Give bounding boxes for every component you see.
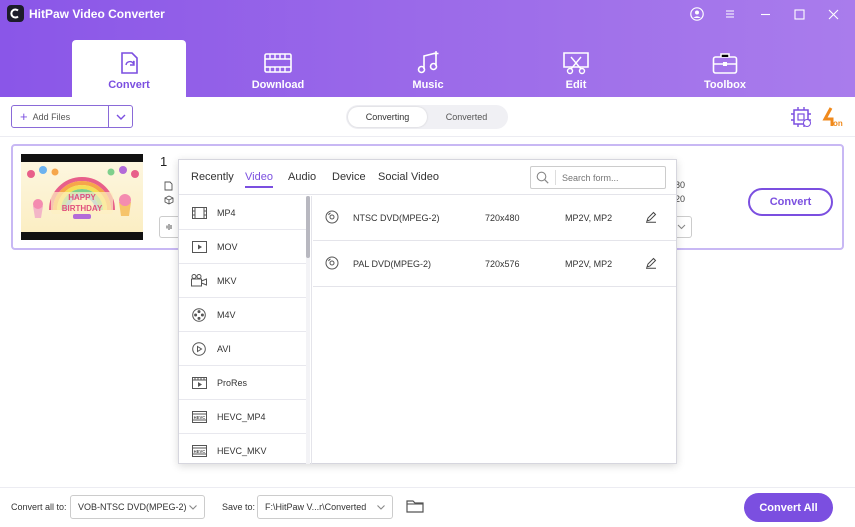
preset-name: NTSC DVD(MPEG-2) [353, 213, 440, 223]
toolbar-divider [0, 136, 855, 137]
film-icon [191, 206, 207, 220]
title-bar: HitPaw Video Converter [0, 0, 855, 28]
audio-track-select[interactable] [159, 216, 179, 238]
chevron-down-icon [376, 502, 386, 512]
save-to-label: Save to: [222, 502, 256, 512]
edit-pencil-icon[interactable] [645, 211, 657, 223]
format-list-scrollbar[interactable] [306, 196, 310, 464]
format-search-box[interactable] [530, 166, 666, 189]
add-files-button[interactable]: + Add Files [11, 105, 133, 128]
search-input[interactable] [562, 172, 662, 183]
format-item-avi[interactable]: AVI [179, 332, 306, 366]
format-item-mov[interactable]: MOV [179, 230, 306, 264]
close-icon[interactable] [822, 3, 844, 25]
preset-resolution: 720x480 [485, 213, 520, 223]
hardware-acceleration-icon[interactable] [790, 106, 812, 128]
preset-name: PAL DVD(MPEG-2) [353, 259, 432, 269]
save-to-path-select[interactable]: F:\HitPaw V...r\Converted [257, 495, 393, 519]
scrollbar-thumb[interactable] [306, 196, 310, 258]
add-files-label: Add Files [32, 111, 71, 122]
convert-icon [116, 49, 142, 77]
convert-all-to-label: Convert all to: [11, 502, 67, 512]
format-item-mp4[interactable]: MP4 [179, 196, 306, 230]
convert-all-format-value: VOB-NTSC DVD(MPEG-2) [78, 502, 187, 512]
search-icon [536, 171, 549, 184]
chevron-down-icon[interactable] [109, 106, 132, 127]
play-screen-icon [191, 240, 207, 254]
app-title: HitPaw Video Converter [29, 7, 165, 21]
convert-all-button[interactable]: Convert All [744, 493, 833, 522]
file-icon [164, 180, 174, 191]
disc-icon [325, 210, 339, 224]
convert-all-format-select[interactable]: VOB-NTSC DVD(MPEG-2) [70, 495, 205, 519]
format-category-tabs: Recently Video Audio Device Social Video [179, 160, 676, 195]
toolbox-icon [712, 49, 738, 77]
tab-download[interactable]: Download [221, 40, 335, 97]
film-download-icon [264, 49, 292, 77]
maximize-icon[interactable] [788, 3, 810, 25]
app-header: HitPaw Video Converter Convert Download [0, 0, 855, 97]
video-thumbnail[interactable]: HAPPY BIRTHDAY [21, 154, 143, 240]
tab-social-video[interactable]: Social Video [378, 171, 439, 183]
preset-codec: MP2V, MP2 [565, 259, 613, 269]
tab-recently[interactable]: Recently [191, 171, 234, 183]
svg-text:HEVC: HEVC [193, 448, 205, 453]
tab-converting[interactable]: Converting [348, 107, 427, 127]
cube-icon [164, 194, 174, 205]
disc-icon [325, 256, 339, 270]
format-list: MP4 MOV MKV M4V AVI ProRes HEVC HEVC_MP4… [179, 196, 312, 464]
music-note-icon [415, 49, 441, 77]
bottom-divider [0, 487, 855, 488]
tab-edit[interactable]: Edit [519, 40, 633, 97]
chevron-down-icon [188, 502, 198, 512]
tab-convert[interactable]: Convert [72, 40, 186, 97]
format-item-hevc-mkv[interactable]: HEVC HEVC_MKV [179, 434, 306, 464]
format-item-prores[interactable]: ProRes [179, 366, 306, 400]
tab-audio[interactable]: Audio [288, 171, 316, 183]
tab-toolbox[interactable]: Toolbox [668, 40, 782, 97]
hevc-icon: HEVC [191, 410, 207, 424]
plus-icon: + [20, 109, 28, 124]
minimize-icon[interactable] [754, 3, 776, 25]
svg-text:on: on [833, 119, 843, 128]
tab-device[interactable]: Device [332, 171, 366, 183]
add-files-main[interactable]: + Add Files [12, 106, 109, 127]
format-item-hevc-mp4[interactable]: HEVC HEVC_MP4 [179, 400, 306, 434]
convert-button[interactable]: Convert [748, 188, 833, 216]
prores-icon [191, 376, 207, 390]
open-folder-icon[interactable] [406, 498, 426, 516]
tab-music[interactable]: Music [371, 40, 485, 97]
camera-icon [191, 274, 207, 288]
status-segmented-control: Converting Converted [346, 105, 508, 129]
format-item-mkv[interactable]: MKV [179, 264, 306, 298]
account-icon[interactable] [686, 3, 708, 25]
preset-row[interactable]: NTSC DVD(MPEG-2) 720x480 MP2V, MP2 [313, 195, 676, 241]
format-selector-popup: Recently Video Audio Device Social Video… [178, 159, 677, 464]
video-index: 1 [160, 154, 168, 169]
svg-text:BIRTHDAY: BIRTHDAY [62, 204, 103, 213]
svg-text:HEVC: HEVC [193, 414, 205, 419]
reel-icon [191, 307, 207, 322]
preset-resolution: 720x576 [485, 259, 520, 269]
save-to-path-value: F:\HitPaw V...r\Converted [265, 502, 367, 512]
play-circle-icon [191, 341, 207, 356]
menu-icon[interactable] [719, 3, 741, 25]
tab-video[interactable]: Video [245, 171, 273, 188]
edit-pencil-icon[interactable] [645, 257, 657, 269]
app-logo-icon [7, 5, 24, 22]
svg-text:HAPPY: HAPPY [68, 193, 96, 202]
tab-converted[interactable]: Converted [427, 107, 506, 127]
4k-on-icon[interactable]: on [822, 106, 844, 128]
scissors-icon [562, 49, 590, 77]
preset-row[interactable]: PAL DVD(MPEG-2) 720x576 MP2V, MP2 [313, 241, 676, 287]
preset-codec: MP2V, MP2 [565, 213, 613, 223]
format-item-m4v[interactable]: M4V [179, 298, 306, 332]
hevc-icon: HEVC [191, 444, 207, 458]
